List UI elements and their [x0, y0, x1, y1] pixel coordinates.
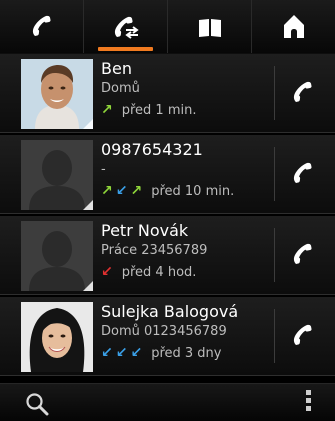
call-meta: ↙ před 4 hod. — [101, 264, 196, 280]
contact-name: 0987654321 — [101, 140, 203, 159]
contact-photo-man — [21, 59, 93, 129]
outgoing-arrow-icon: ↗ — [101, 183, 113, 199]
call-time: před 10 min. — [151, 183, 235, 199]
call-time: před 4 hod. — [121, 264, 197, 280]
menu-dot — [305, 398, 311, 403]
tab-home[interactable] — [252, 0, 335, 53]
call-log-row[interactable]: 0987654321 - ↗ ↙ ↗ před 10 min. — [0, 135, 335, 214]
call-log-row[interactable]: Petr Novák Práce 23456789 ↙ před 4 hod. — [0, 216, 335, 295]
call-log-row[interactable]: Sulejka Balogová Domů 0123456789 ↙ ↙ ↙ p… — [0, 297, 335, 376]
contact-label: Domů 0123456789 — [101, 324, 227, 339]
top-tab-bar — [0, 0, 335, 54]
call-button[interactable] — [282, 151, 326, 195]
tab-call-log[interactable] — [84, 0, 168, 53]
call-meta: ↙ ↙ ↙ před 3 dny — [101, 345, 221, 361]
contact-label: Práce 23456789 — [101, 243, 208, 258]
magnifier-icon — [26, 393, 49, 416]
contact-name: Sulejka Balogová — [101, 302, 239, 321]
photo-corner-mark — [83, 119, 93, 129]
handset-icon — [293, 324, 312, 345]
incoming-arrow-icon: ↙ — [115, 345, 128, 361]
contact-name: Petr Novák — [101, 221, 189, 240]
handset-icon — [32, 15, 51, 36]
outgoing-arrow-icon: ↗ — [101, 102, 113, 118]
photo-corner-mark — [83, 200, 93, 210]
call-button[interactable] — [282, 70, 326, 114]
photo-corner-mark — [83, 281, 93, 291]
call-time: před 3 dny — [151, 345, 222, 361]
incoming-arrow-icon: ↙ — [101, 345, 113, 361]
contact-photo-placeholder — [21, 140, 93, 210]
handset-icon — [293, 81, 312, 102]
missed-arrow-icon: ↙ — [101, 264, 113, 280]
tab-contacts[interactable] — [168, 0, 252, 53]
call-time: před 1 min. — [121, 102, 197, 118]
call-meta: ↗ před 1 min. — [101, 102, 196, 118]
contact-photo-placeholder — [21, 221, 93, 291]
divider — [274, 66, 275, 120]
woman-portrait — [21, 302, 93, 372]
contact-name: Ben — [101, 59, 132, 78]
tab-calls[interactable] — [0, 0, 84, 53]
contact-label: - — [101, 162, 106, 177]
divider — [274, 147, 275, 201]
outgoing-arrow-icon: ↗ — [130, 183, 143, 199]
house-icon — [283, 14, 304, 38]
handset-icon — [293, 162, 312, 183]
search-button[interactable] — [25, 392, 49, 416]
call-direction-icons: ↙ ↙ ↙ — [101, 345, 145, 361]
handset-icon — [293, 243, 312, 264]
call-log-list[interactable]: Ben Domů ↗ před 1 min. 0987654321 - ↗ ↙ … — [0, 54, 335, 377]
incoming-arrow-icon: ↙ — [130, 345, 143, 361]
book-icon — [198, 18, 221, 37]
incoming-arrow-icon: ↙ — [115, 183, 128, 199]
divider — [274, 228, 275, 282]
overflow-menu-button[interactable] — [303, 390, 313, 416]
bottom-action-bar — [0, 383, 335, 421]
menu-dot — [305, 406, 311, 411]
call-button[interactable] — [282, 313, 326, 357]
call-meta: ↗ ↙ ↗ před 10 min. — [101, 183, 234, 199]
call-direction-icons: ↗ ↙ ↗ — [101, 183, 145, 199]
call-button[interactable] — [282, 232, 326, 276]
contact-photo-woman — [21, 302, 93, 372]
menu-dot — [305, 390, 311, 395]
divider — [274, 309, 275, 363]
contact-label: Domů — [101, 81, 140, 96]
call-log-row[interactable]: Ben Domů ↗ před 1 min. — [0, 54, 335, 133]
call-direction-icons: ↙ — [101, 264, 116, 280]
call-log-icon — [114, 16, 139, 39]
call-direction-icons: ↗ — [101, 102, 116, 118]
